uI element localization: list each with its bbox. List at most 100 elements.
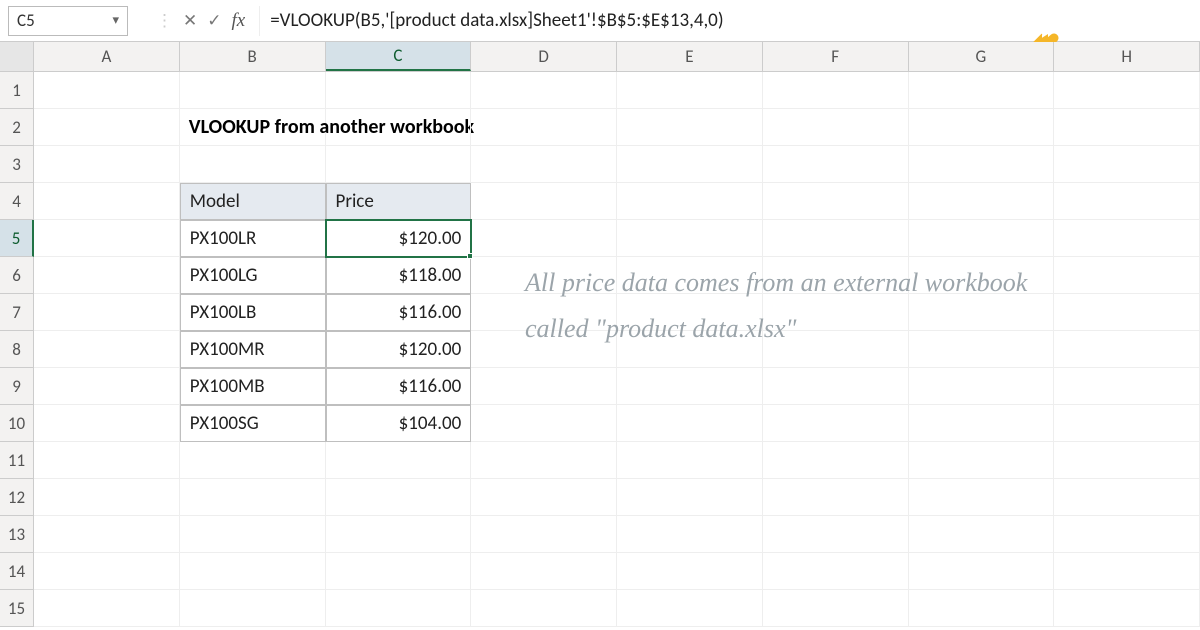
row-header-5[interactable]: 5 xyxy=(0,220,34,257)
cell[interactable] xyxy=(763,183,909,220)
cell[interactable] xyxy=(471,368,617,405)
cell[interactable] xyxy=(180,72,326,109)
cell[interactable] xyxy=(471,516,617,553)
cell[interactable] xyxy=(1054,257,1200,294)
cell[interactable] xyxy=(471,146,617,183)
cell[interactable] xyxy=(180,590,326,627)
cell[interactable] xyxy=(34,146,180,183)
cell[interactable] xyxy=(1054,146,1200,183)
cell[interactable] xyxy=(617,479,763,516)
col-header-g[interactable]: G xyxy=(909,42,1055,71)
cell[interactable] xyxy=(326,109,472,146)
chevron-down-icon[interactable]: ▾ xyxy=(112,13,119,28)
row-header-9[interactable]: 9 xyxy=(0,368,34,405)
price-cell[interactable]: $118.00 xyxy=(326,257,472,294)
cell[interactable] xyxy=(1054,442,1200,479)
cell[interactable] xyxy=(763,516,909,553)
model-cell[interactable]: PX100SG xyxy=(180,405,326,442)
cell[interactable] xyxy=(909,479,1055,516)
cell[interactable] xyxy=(1054,590,1200,627)
price-cell[interactable]: $116.00 xyxy=(326,294,472,331)
cell[interactable] xyxy=(1054,220,1200,257)
col-header-a[interactable]: A xyxy=(34,42,180,71)
cell[interactable] xyxy=(1054,294,1200,331)
row-header-15[interactable]: 15 xyxy=(0,590,34,627)
cell[interactable] xyxy=(180,479,326,516)
cell[interactable] xyxy=(617,516,763,553)
cell[interactable] xyxy=(1054,553,1200,590)
cell[interactable] xyxy=(763,479,909,516)
cell[interactable] xyxy=(617,72,763,109)
cell[interactable] xyxy=(471,72,617,109)
cell[interactable] xyxy=(909,72,1055,109)
cell[interactable] xyxy=(34,183,180,220)
row-header-1[interactable]: 1 xyxy=(0,72,34,109)
row-header-8[interactable]: 8 xyxy=(0,331,34,368)
cell[interactable] xyxy=(617,442,763,479)
cell[interactable] xyxy=(763,590,909,627)
col-header-c[interactable]: C xyxy=(326,42,472,71)
cell[interactable] xyxy=(909,590,1055,627)
cell[interactable] xyxy=(617,183,763,220)
row-header-6[interactable]: 6 xyxy=(0,257,34,294)
col-header-b[interactable]: B xyxy=(180,42,326,71)
cell[interactable] xyxy=(471,183,617,220)
cell[interactable] xyxy=(34,257,180,294)
cell[interactable] xyxy=(763,368,909,405)
cell[interactable] xyxy=(180,516,326,553)
cell[interactable] xyxy=(617,553,763,590)
enter-icon[interactable]: ✓ xyxy=(207,10,221,31)
table-header-model[interactable]: Model xyxy=(180,183,326,220)
cell[interactable] xyxy=(34,442,180,479)
cell[interactable] xyxy=(1054,516,1200,553)
cell[interactable] xyxy=(1054,479,1200,516)
cell[interactable] xyxy=(34,109,180,146)
cell[interactable] xyxy=(34,479,180,516)
col-header-e[interactable]: E xyxy=(617,42,763,71)
price-cell[interactable]: $104.00 xyxy=(326,405,472,442)
cell[interactable] xyxy=(909,183,1055,220)
row-header-12[interactable]: 12 xyxy=(0,479,34,516)
price-cell[interactable]: $120.00 xyxy=(326,220,472,257)
cell[interactable] xyxy=(617,590,763,627)
row-header-2[interactable]: 2 xyxy=(0,109,34,146)
cell[interactable] xyxy=(326,516,472,553)
row-header-13[interactable]: 13 xyxy=(0,516,34,553)
model-cell[interactable]: PX100LB xyxy=(180,294,326,331)
cell[interactable] xyxy=(34,294,180,331)
row-header-10[interactable]: 10 xyxy=(0,405,34,442)
cell[interactable] xyxy=(326,553,472,590)
cell[interactable] xyxy=(180,442,326,479)
cell[interactable] xyxy=(471,590,617,627)
price-cell[interactable]: $120.00 xyxy=(326,331,472,368)
cell[interactable] xyxy=(617,220,763,257)
cell[interactable] xyxy=(763,442,909,479)
cell[interactable] xyxy=(617,146,763,183)
fill-handle[interactable] xyxy=(467,253,473,259)
cell[interactable] xyxy=(763,220,909,257)
model-cell[interactable]: PX100MB xyxy=(180,368,326,405)
cell[interactable] xyxy=(909,516,1055,553)
cell[interactable] xyxy=(1054,405,1200,442)
name-box[interactable]: C5 ▾ xyxy=(8,6,128,36)
cell[interactable] xyxy=(1054,368,1200,405)
cell[interactable] xyxy=(34,72,180,109)
row-header-7[interactable]: 7 xyxy=(0,294,34,331)
cell[interactable] xyxy=(909,220,1055,257)
cell[interactable] xyxy=(909,146,1055,183)
cell[interactable] xyxy=(34,590,180,627)
row-header-11[interactable]: 11 xyxy=(0,442,34,479)
cell[interactable] xyxy=(617,109,763,146)
cell[interactable] xyxy=(326,590,472,627)
cell[interactable] xyxy=(326,442,472,479)
cell[interactable] xyxy=(763,553,909,590)
cell[interactable] xyxy=(1054,72,1200,109)
price-cell[interactable]: $116.00 xyxy=(326,368,472,405)
cell[interactable] xyxy=(471,479,617,516)
cell[interactable] xyxy=(617,405,763,442)
cell[interactable] xyxy=(763,146,909,183)
cell[interactable] xyxy=(763,109,909,146)
col-header-h[interactable]: H xyxy=(1054,42,1200,71)
cell[interactable] xyxy=(471,220,617,257)
fx-icon[interactable]: fx xyxy=(232,10,246,32)
